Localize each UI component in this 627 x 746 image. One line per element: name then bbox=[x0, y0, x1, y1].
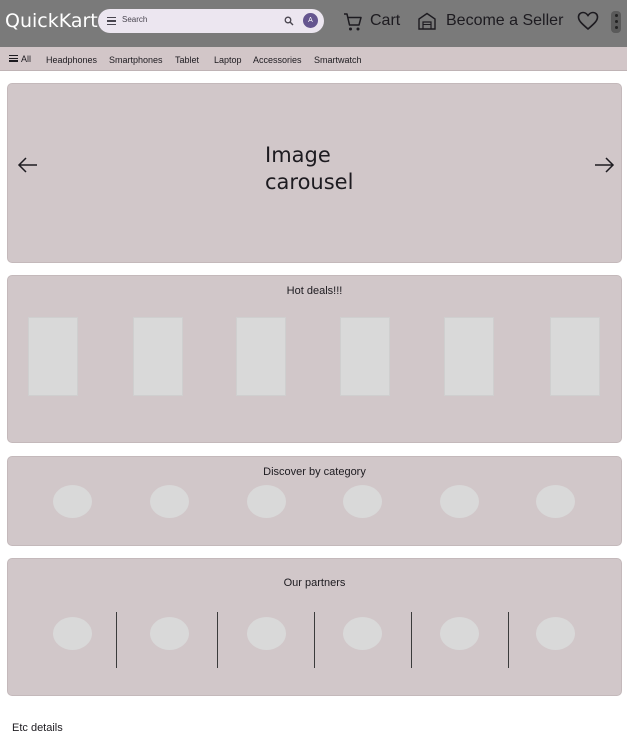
search-menu-icon[interactable] bbox=[107, 17, 116, 26]
wishlist-heart-icon[interactable] bbox=[577, 11, 599, 31]
category-accessories[interactable]: Accessories bbox=[253, 55, 302, 65]
arrow-left-icon[interactable] bbox=[17, 156, 39, 174]
all-categories-button[interactable]: All bbox=[9, 54, 31, 64]
category-circle[interactable] bbox=[150, 485, 189, 518]
etc-details: Etc details bbox=[12, 722, 63, 734]
category-smartphones[interactable]: Smartphones bbox=[109, 55, 163, 65]
divider bbox=[116, 612, 117, 668]
become-seller-link[interactable]: Become a Seller bbox=[446, 12, 563, 30]
category-circle[interactable] bbox=[53, 485, 92, 518]
image-carousel[interactable]: Image carousel bbox=[7, 83, 622, 263]
all-label: All bbox=[21, 54, 32, 64]
partner-logo[interactable] bbox=[53, 617, 92, 650]
partner-logo[interactable] bbox=[150, 617, 189, 650]
partner-logo[interactable] bbox=[440, 617, 479, 650]
search-icon[interactable] bbox=[284, 16, 294, 26]
store-icon[interactable] bbox=[417, 11, 437, 31]
hot-deals-title: Hot deals!!! bbox=[286, 285, 343, 297]
category-tablet[interactable]: Tablet bbox=[175, 55, 199, 65]
category-circle[interactable] bbox=[536, 485, 575, 518]
top-navigation-bar: QuickKart Search A Cart Become a Seller bbox=[0, 0, 627, 47]
deal-card[interactable] bbox=[236, 317, 286, 396]
category-circle[interactable] bbox=[343, 485, 382, 518]
search-input[interactable]: Search bbox=[122, 15, 147, 24]
category-bar: All Headphones Smartphones Tablet Laptop… bbox=[0, 47, 627, 71]
category-circle[interactable] bbox=[440, 485, 479, 518]
deal-card[interactable] bbox=[550, 317, 600, 396]
partner-logo[interactable] bbox=[343, 617, 382, 650]
partners-section: Our partners bbox=[7, 558, 622, 696]
category-smartwatch[interactable]: Smartwatch bbox=[314, 55, 362, 65]
cart-icon[interactable] bbox=[342, 11, 364, 33]
partner-logo[interactable] bbox=[247, 617, 286, 650]
deal-card[interactable] bbox=[28, 317, 78, 396]
partner-logo[interactable] bbox=[536, 617, 575, 650]
app-logo[interactable]: QuickKart bbox=[5, 10, 98, 32]
category-laptop[interactable]: Laptop bbox=[214, 55, 242, 65]
search-bar[interactable]: Search A bbox=[98, 9, 324, 33]
hamburger-icon bbox=[9, 54, 18, 64]
discover-category-section: Discover by category bbox=[7, 456, 622, 546]
cart-link[interactable]: Cart bbox=[370, 12, 400, 30]
category-headphones[interactable]: Headphones bbox=[46, 55, 97, 65]
deal-card[interactable] bbox=[133, 317, 183, 396]
divider bbox=[314, 612, 315, 668]
divider bbox=[508, 612, 509, 668]
user-avatar[interactable]: A bbox=[303, 13, 318, 28]
partners-title: Our partners bbox=[283, 577, 346, 589]
divider bbox=[217, 612, 218, 668]
carousel-label: Image carousel bbox=[265, 143, 354, 194]
more-options-icon[interactable] bbox=[611, 11, 621, 33]
deal-card[interactable] bbox=[340, 317, 390, 396]
category-circle[interactable] bbox=[247, 485, 286, 518]
divider bbox=[411, 612, 412, 668]
arrow-right-icon[interactable] bbox=[593, 156, 615, 174]
hot-deals-section: Hot deals!!! bbox=[7, 275, 622, 443]
discover-title: Discover by category bbox=[263, 466, 366, 478]
deal-card[interactable] bbox=[444, 317, 494, 396]
